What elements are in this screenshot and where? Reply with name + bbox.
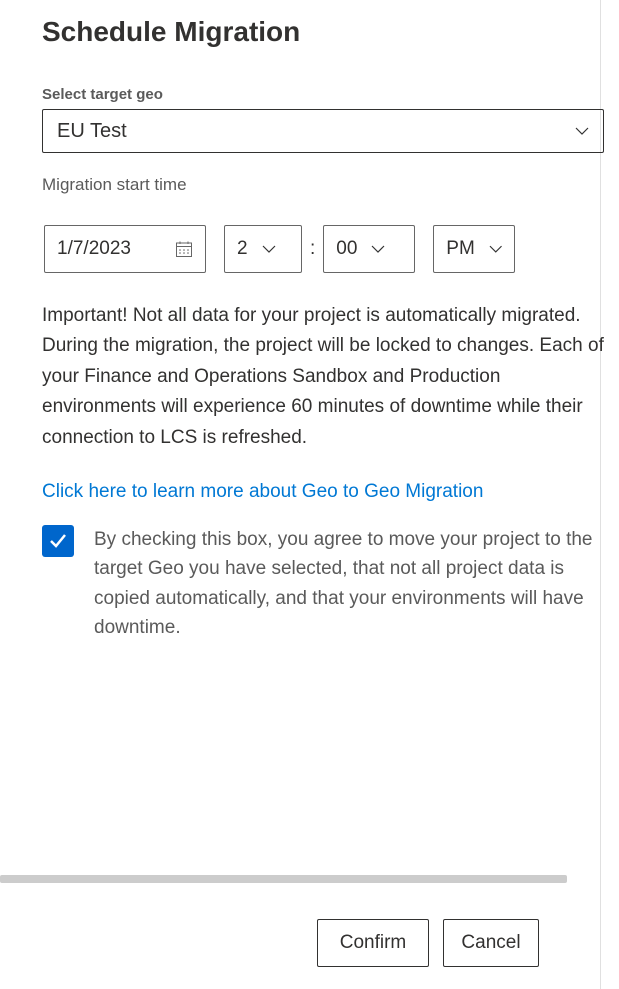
confirm-button[interactable]: Confirm [317,919,429,967]
page-title: Schedule Migration [42,16,619,48]
time-separator: : [310,238,315,260]
minute-select[interactable]: 00 [323,225,415,273]
button-row: Confirm Cancel [317,919,539,967]
ampm-value: PM [446,238,475,260]
geo-select[interactable]: EU Test [42,109,604,153]
cancel-button[interactable]: Cancel [443,919,539,967]
important-notice: Important! Not all data for your project… [42,301,619,453]
chevron-down-icon [575,124,589,138]
hour-value: 2 [237,238,248,260]
checkmark-icon [48,531,68,551]
chevron-down-icon [489,242,503,256]
minute-value: 00 [336,238,357,260]
horizontal-scrollbar[interactable] [0,875,567,883]
geo-select-value: EU Test [57,120,127,143]
chevron-down-icon [262,242,276,256]
ampm-select[interactable]: PM [433,225,515,273]
calendar-icon [175,240,193,258]
learn-more-link[interactable]: Click here to learn more about Geo to Ge… [42,481,483,503]
date-value: 1/7/2023 [57,238,131,260]
geo-label: Select target geo [42,86,619,103]
time-row: 1/7/2023 2 : 00 [42,225,619,273]
consent-row: By checking this box, you agree to move … [42,525,604,643]
schedule-migration-panel: Schedule Migration Select target geo EU … [0,0,619,989]
date-picker[interactable]: 1/7/2023 [44,225,206,273]
consent-text: By checking this box, you agree to move … [94,525,604,643]
hour-select[interactable]: 2 [224,225,302,273]
start-time-label: Migration start time [42,175,619,195]
chevron-down-icon [371,242,385,256]
consent-checkbox[interactable] [42,525,74,557]
